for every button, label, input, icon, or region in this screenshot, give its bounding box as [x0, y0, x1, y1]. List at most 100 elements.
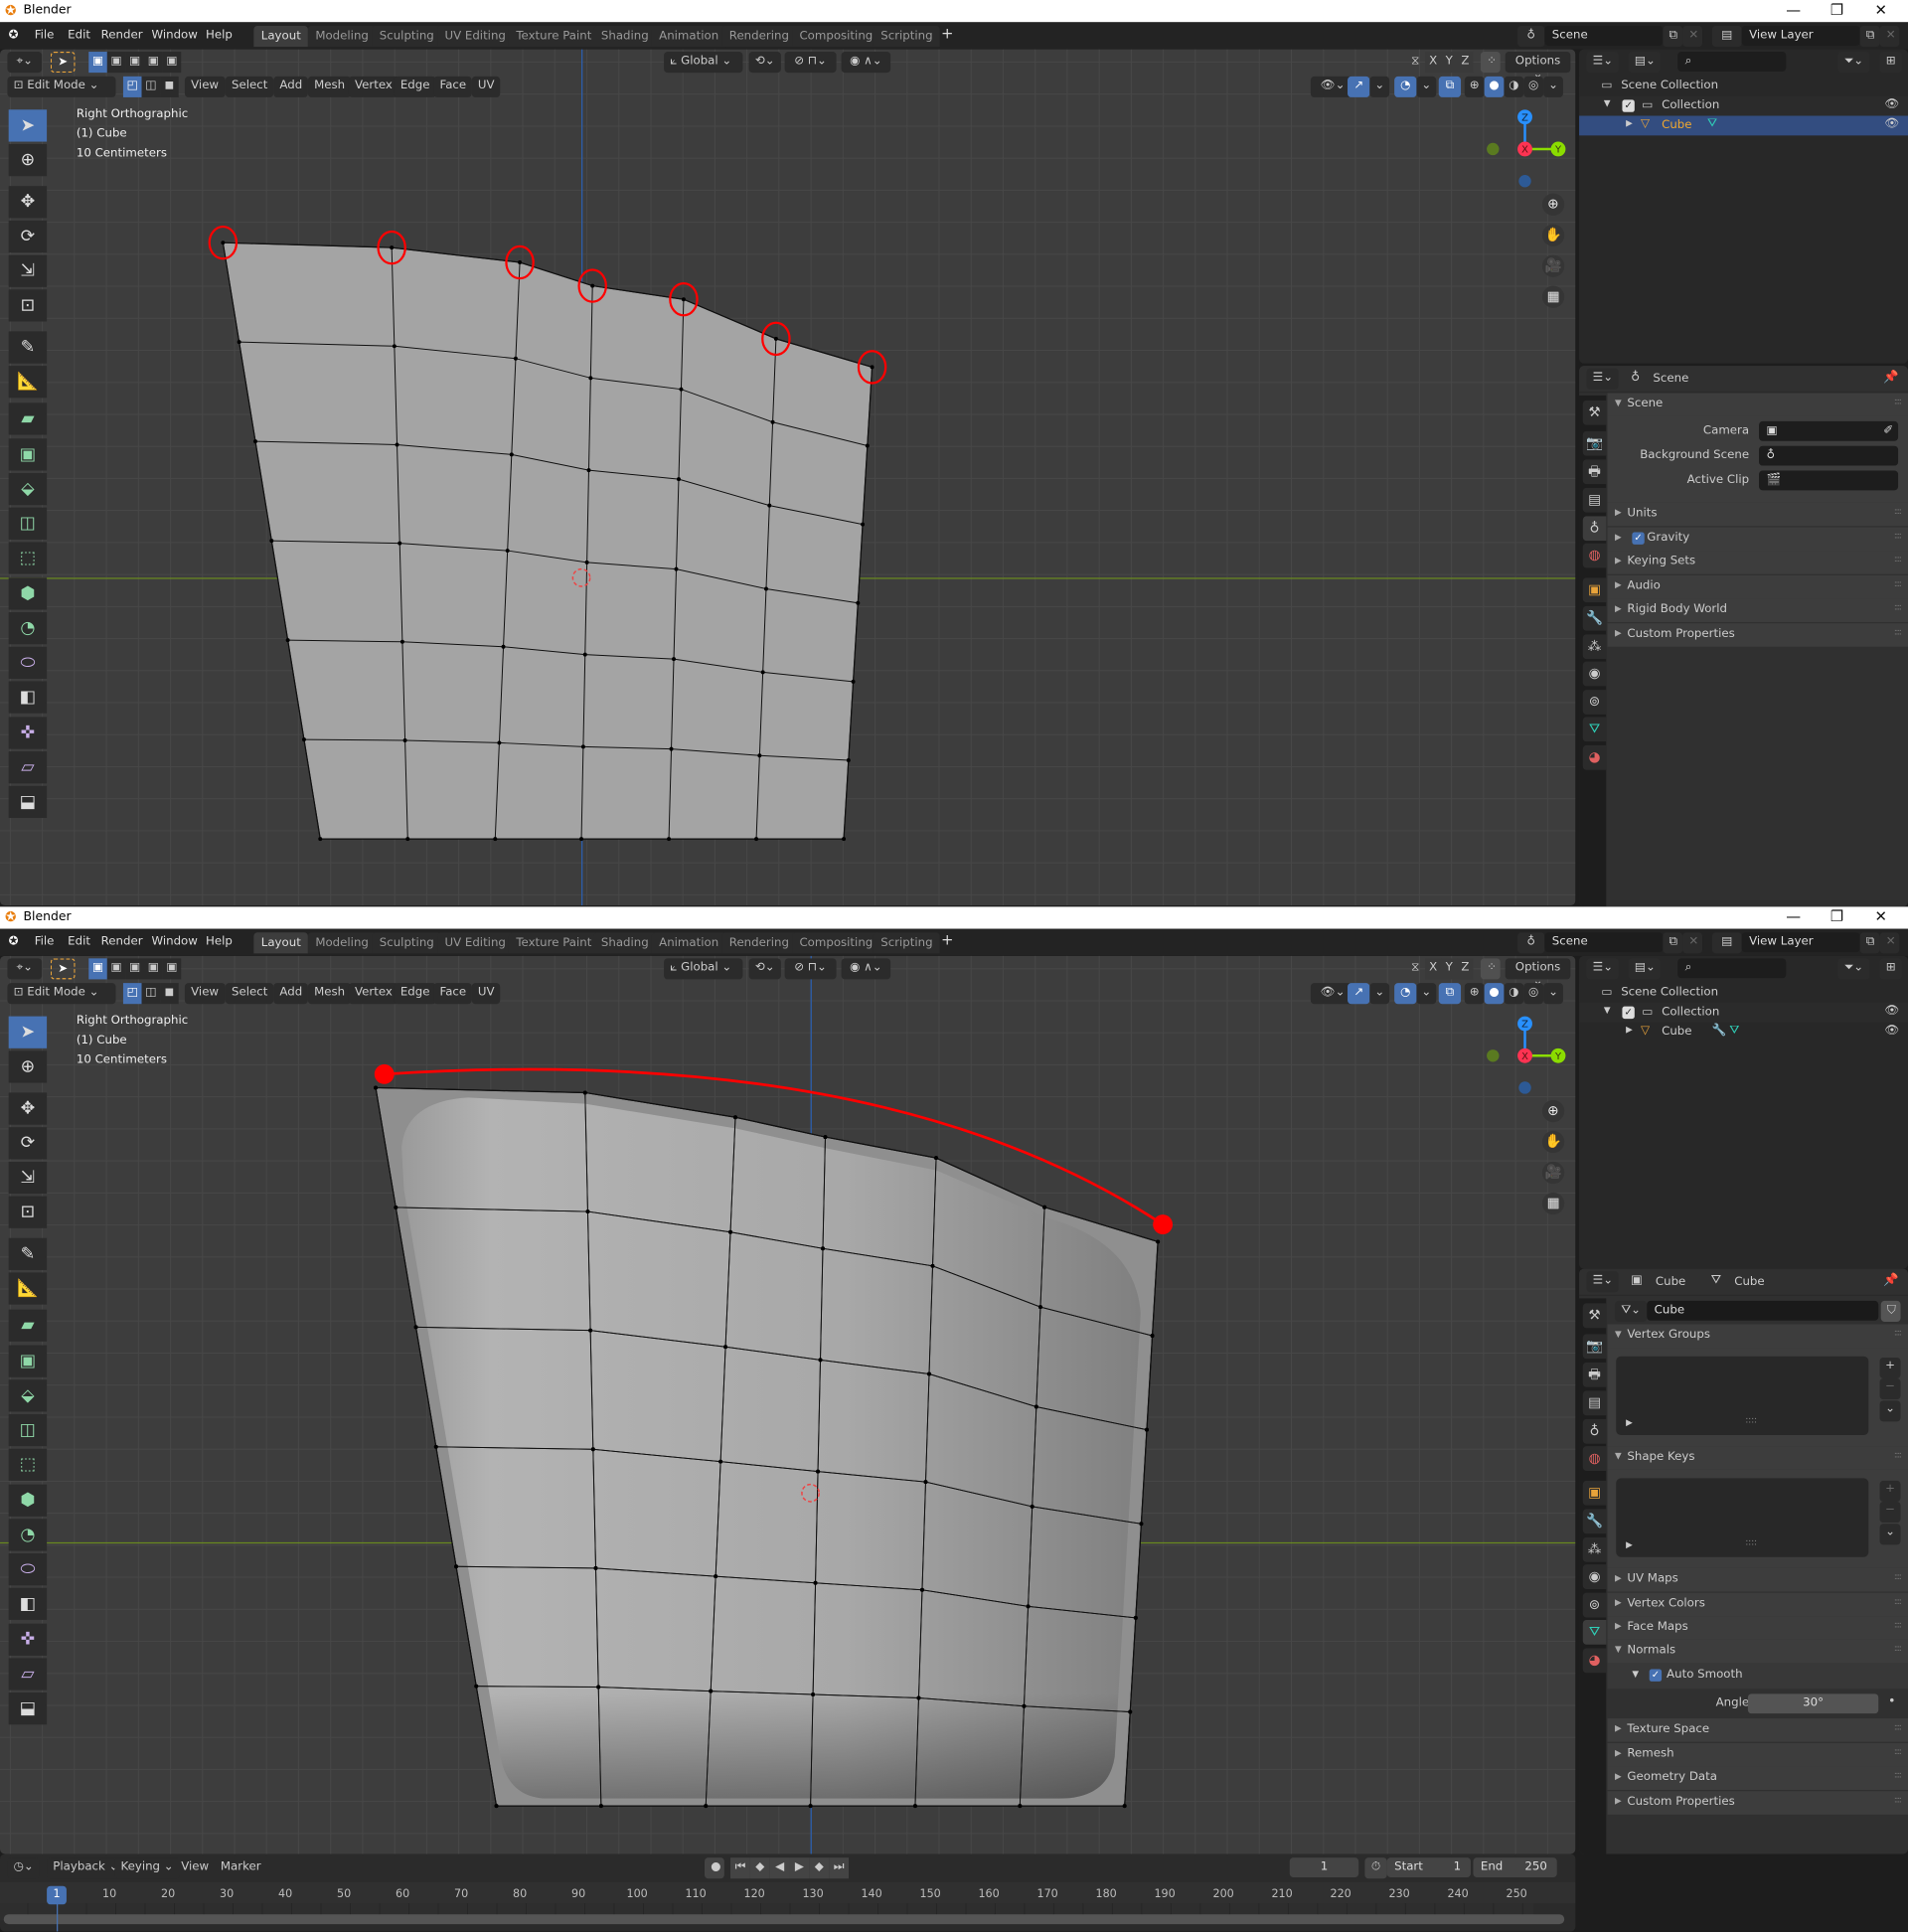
tab-compositing[interactable]: Compositing	[792, 26, 880, 48]
mirror-axis-y[interactable]: Y	[1441, 52, 1458, 74]
menu-vertex[interactable]: Vertex	[348, 76, 399, 97]
drag-grip-icon[interactable]: ::::	[1894, 1794, 1902, 1804]
new-collection-button[interactable]: ⊞	[1879, 52, 1902, 74]
menu-edit[interactable]: Edit	[68, 935, 90, 949]
mesh-vertex[interactable]	[579, 837, 584, 842]
mesh-vertex[interactable]	[704, 1804, 709, 1809]
mirror-axis-z[interactable]: Z	[1457, 958, 1474, 980]
menu-file[interactable]: File	[35, 29, 55, 43]
tab-animation[interactable]: Animation	[651, 932, 726, 954]
select-intersect-icon[interactable]: ▣	[162, 958, 182, 980]
transform-tool-icon[interactable]: ⊡	[8, 289, 48, 322]
snap-toggle[interactable]: ⊘ ⊓⌄	[784, 958, 837, 980]
rendered-shading[interactable]: ◎	[1523, 76, 1544, 97]
mesh-vertex[interactable]	[590, 283, 595, 288]
tab-constraints-icon[interactable]: ⊚	[1582, 690, 1607, 715]
tab-layout[interactable]: Layout	[253, 932, 309, 954]
mesh-vertex[interactable]	[916, 1695, 921, 1700]
tab-shading[interactable]: Shading	[593, 932, 657, 954]
visibility-eye-icon[interactable]: 👁	[1884, 1004, 1899, 1018]
add-vertex-group-button[interactable]: +	[1879, 1357, 1901, 1379]
mesh-vertex[interactable]	[1156, 1239, 1161, 1244]
select-tool-icon[interactable]: ➤	[50, 958, 76, 980]
rip-region-tool-icon[interactable]: ⬓	[8, 1692, 48, 1725]
smooth-tool-icon[interactable]: ⬭	[8, 1553, 48, 1586]
mesh-vertex[interactable]	[582, 1090, 587, 1095]
panel-scene[interactable]: ▼ Scene::::	[1607, 393, 1908, 416]
shading-dropdown[interactable]: ⌄	[1543, 983, 1563, 1005]
mesh-vertex[interactable]	[934, 1156, 939, 1161]
mesh-vertex[interactable]	[598, 1804, 603, 1809]
mirror-axis-y[interactable]: Y	[1441, 958, 1458, 980]
mirror-axis-x[interactable]: X	[1425, 958, 1442, 980]
gizmo-dropdown[interactable]: ⌄	[1369, 76, 1390, 97]
mesh-vertex[interactable]	[1128, 1709, 1133, 1714]
editor-type-button[interactable]: ⌖⌄	[7, 52, 43, 74]
select-tool-icon[interactable]: ➤	[50, 52, 76, 74]
mesh-vertex[interactable]	[402, 737, 407, 742]
play-reverse-button[interactable]: ◀	[769, 1857, 790, 1879]
new-scene-button[interactable]: ⧉	[1663, 932, 1683, 954]
visibility-eye-icon[interactable]: 👁	[1884, 97, 1899, 111]
panel-rigid-body-world[interactable]: ▶ Rigid Body World::::	[1607, 598, 1908, 622]
solid-shading[interactable]: ●	[1484, 983, 1505, 1005]
mesh-vertex[interactable]	[930, 1263, 935, 1268]
bevel-tool-icon[interactable]: ⬙	[8, 472, 48, 506]
menu-marker[interactable]: Marker	[215, 1857, 267, 1878]
mesh-vertex[interactable]	[808, 1804, 813, 1809]
mesh-vertex[interactable]	[509, 452, 514, 457]
new-view-layer-button[interactable]: ⧉	[1859, 932, 1880, 954]
mesh-vertex[interactable]	[709, 1689, 714, 1693]
3d-viewport[interactable]: ⌖⌄ ➤ ▣ ▣ ▣ ▣ ▣ ⟀ Global ⌄ ⟲⌄ ⊘ ⊓⌄ ◉ ∧⌄ ⧖ X Y Z ⁘ Options…	[0, 49, 1576, 906]
overlays-dropdown[interactable]: ⌄	[1416, 983, 1437, 1005]
tab-sculpting[interactable]: Sculpting	[372, 26, 442, 48]
rendered-shading[interactable]: ◎	[1523, 983, 1544, 1005]
drag-grip-icon[interactable]: ::::	[1894, 1620, 1902, 1630]
keyframe-dot-icon[interactable]: •	[1888, 1695, 1895, 1709]
visibility-eye-icon[interactable]: 👁	[1884, 1024, 1899, 1038]
pivot-point-dropdown[interactable]: ⟲⌄	[748, 958, 781, 980]
display-mode-dropdown[interactable]: ▤⌄	[1628, 52, 1661, 74]
mesh-vertex[interactable]	[518, 260, 523, 264]
mesh-vertex[interactable]	[1034, 1404, 1038, 1409]
view-layer-icon[interactable]: ▤	[1711, 932, 1742, 954]
mesh-vertex[interactable]	[763, 586, 768, 591]
tab-world-icon[interactable]: ◍	[1582, 1446, 1607, 1471]
panel-uv-maps[interactable]: ▶ UV Maps::::	[1607, 1567, 1908, 1592]
mesh-vertex[interactable]	[846, 758, 851, 762]
drag-grip-icon[interactable]: ::::	[1894, 626, 1902, 636]
mesh-vertex[interactable]	[596, 1685, 601, 1690]
rip-region-tool-icon[interactable]: ⬓	[8, 785, 48, 819]
menu-face[interactable]: Face	[433, 983, 473, 1005]
display-mode-dropdown[interactable]: ▤⌄	[1628, 958, 1661, 980]
mesh-vertex[interactable]	[1022, 1703, 1027, 1708]
drag-grip-icon[interactable]: ::::	[1894, 1722, 1902, 1732]
tab-uv-editing[interactable]: UV Editing	[437, 26, 514, 48]
drag-grip-icon[interactable]: ::::	[1894, 578, 1902, 588]
mesh-vertex[interactable]	[513, 356, 518, 361]
mesh-vertex[interactable]	[586, 468, 591, 473]
annotate-tool-icon[interactable]: ✎	[8, 331, 48, 364]
mesh-vertex[interactable]	[927, 1371, 931, 1376]
vertex-select-mode-button[interactable]: ◰	[122, 76, 142, 97]
mesh-object[interactable]	[0, 50, 1575, 905]
loop-cut-tool-icon[interactable]: ◫	[8, 1413, 48, 1447]
edge-slide-tool-icon[interactable]: ◧	[8, 1587, 48, 1620]
blender-menu-icon[interactable]: ✪	[9, 935, 19, 949]
scene-icon[interactable]: ♁	[1517, 932, 1545, 954]
prev-keyframe-button[interactable]: ◆	[749, 1857, 770, 1879]
resize-grip-icon[interactable]: ::::	[1745, 1537, 1757, 1547]
mesh-vertex[interactable]	[1133, 1615, 1138, 1620]
shrink-fatten-tool-icon[interactable]: ✜	[8, 717, 48, 749]
drag-grip-icon[interactable]: ::::	[1894, 1572, 1902, 1582]
tab-rendering[interactable]: Rendering	[721, 26, 797, 48]
ortho-grid-icon[interactable]: ▦	[1541, 1192, 1565, 1215]
edge-select-mode-button[interactable]: ◫	[141, 983, 161, 1005]
tab-texture-paint[interactable]: Texture Paint	[508, 26, 599, 48]
maximize-button[interactable]: ❐	[1830, 908, 1843, 925]
mesh-vertex[interactable]	[856, 600, 861, 605]
neg-y-axis-ball[interactable]	[1487, 1049, 1500, 1062]
mesh-vertex[interactable]	[392, 344, 397, 349]
jump-end-button[interactable]: ⏭	[829, 1857, 850, 1879]
panel-vertex-groups[interactable]: ▼ Vertex Groups::::	[1607, 1324, 1908, 1349]
